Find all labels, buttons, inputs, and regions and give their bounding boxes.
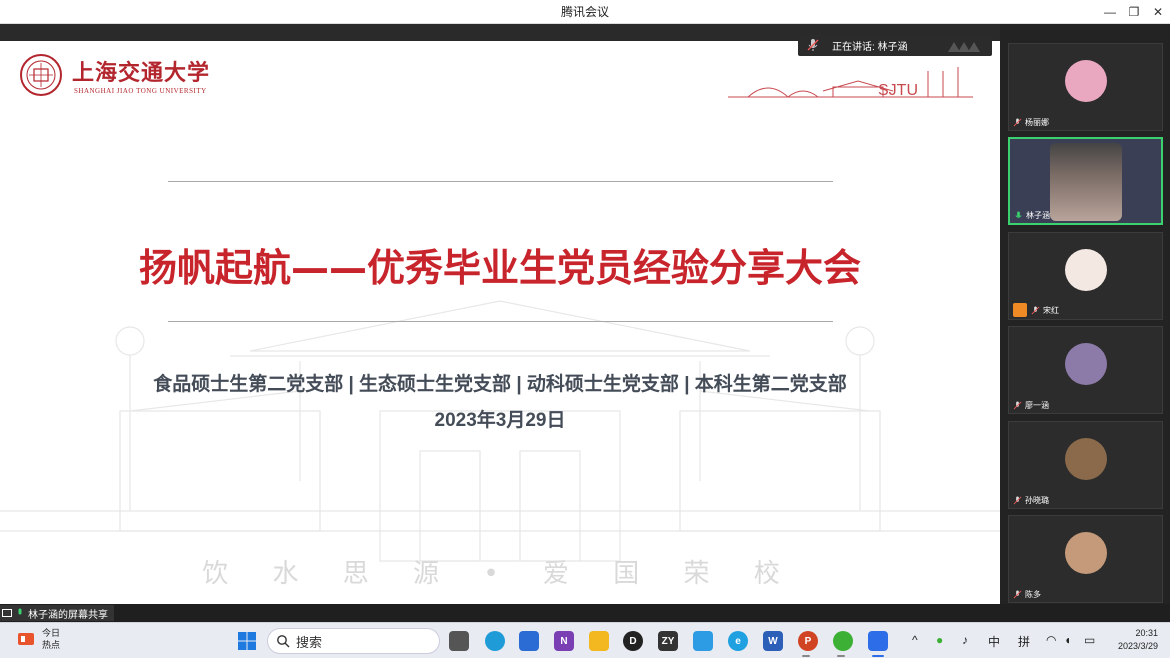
word-icon[interactable]: W [763,631,783,651]
task-view-icon[interactable] [449,631,469,651]
taskbar: 今日热点 搜索 N D ZY e W P ^ ● ♪ 中 拼 ◠ ◖ ▭ 20:… [0,622,1170,658]
onenote-icon[interactable]: N [554,631,574,651]
participant-tile-active[interactable]: 林子涵 [1008,137,1163,225]
wechat-icon[interactable] [833,631,853,651]
mic-muted-icon [1013,590,1022,599]
wifi-icon[interactable]: ◠ [1046,633,1056,647]
participant-tile[interactable]: 陈多 [1008,515,1163,603]
mic-muted-icon [1031,305,1040,314]
store-icon[interactable] [519,631,539,651]
screen-share-icon [2,609,12,617]
avatar [1065,438,1107,480]
participant-name: 宋红 [1043,305,1059,315]
volume-icon[interactable]: ◖ [1064,633,1071,647]
divider-top [168,181,833,182]
ie-icon[interactable]: e [728,631,748,651]
edge-icon[interactable] [485,631,505,651]
screen-share-label: 林子涵的屏幕共享 [28,609,108,621]
slide-subtitle: 食品硕士生第二党支部 | 生态硕士生党支部 | 动科硕士生党支部 | 本科生第二… [153,374,847,395]
mic-on-icon [1015,211,1022,218]
search-icon [277,635,290,648]
chevron-up-icon[interactable]: ^ [912,633,918,647]
running-indicator [802,655,810,657]
avatar [1065,343,1107,385]
mic-muted-icon [807,39,819,51]
clock-date: 2023/3/29 [1117,641,1158,651]
ime-mode[interactable]: 中 [988,633,1000,650]
participant-name: 林子涵 [1026,211,1050,220]
mic-on-icon [18,608,22,615]
slide-motto: 饮 水 思 源 • 爱 国 荣 校 [202,559,798,589]
screen-share-bar: 林子涵的屏幕共享 [0,604,1170,622]
wechat-tray-icon[interactable]: ● [936,633,943,647]
shared-slide: 上海交通大学 SHANGHAI JIAO TONG UNIVERSITY SJT… [0,41,1000,604]
mic-muted-icon [1013,401,1022,410]
sjtu-text: SJTU [878,82,918,99]
avatar [1065,60,1107,102]
active-speaker-indicator: 正在讲话: 林子涵 [798,34,992,56]
screen-share-tag[interactable]: 林子涵的屏幕共享 [0,605,114,621]
windows-start-icon[interactable] [237,631,257,651]
mic-muted-icon [1013,496,1022,505]
participant-tile[interactable]: 孙晓璐 [1008,421,1163,509]
clock[interactable]: 20:31 2023/3/29 [1118,627,1158,653]
tencent-meeting-icon[interactable] [868,631,888,651]
running-indicator [872,655,884,657]
battery-icon[interactable]: ▭ [1084,633,1095,647]
university-name-cn: 上海交通大学 [72,60,211,86]
slide-title: 扬帆起航——优秀毕业生党员经验分享大会 [138,246,861,290]
divider-bottom [168,321,833,322]
news-line1: 今日 [42,628,61,638]
file-explorer-icon[interactable] [589,631,609,651]
window-titlebar: 腾讯会议 — ❐ ✕ [0,0,1170,24]
search-placeholder: 搜索 [296,634,323,650]
news-widget[interactable]: 今日 热点 [16,627,60,651]
window-controls: — ❐ ✕ [1098,0,1170,24]
participant-name: 杨丽娜 [1025,118,1049,127]
powerpoint-icon[interactable]: P [798,631,818,651]
microphone-icon[interactable]: ♪ [962,633,968,647]
sjtu-gate-mark: SJTU [728,67,973,99]
university-seal-icon [20,54,62,96]
active-speaker-label: 正在讲话: 林子涵 [832,41,908,53]
window-title: 腾讯会议 [560,5,609,19]
audio-level-icon [948,42,980,52]
participant-sidebar: 杨丽娜 林子涵 宋红 廖一涵 孙晓璐 陈多 [1000,24,1170,604]
taskbar-search[interactable]: 搜索 [267,628,440,654]
video-feed [1050,143,1122,221]
host-icon [1013,303,1027,317]
clock-time: 20:31 [1135,628,1158,638]
participant-name: 廖一涵 [1025,401,1049,410]
participant-tile[interactable]: 廖一涵 [1008,326,1163,414]
mic-muted-icon [1013,118,1022,127]
participant-tile[interactable]: 杨丽娜 [1008,43,1163,131]
participant-name: 孙晓璐 [1025,496,1049,505]
slide-date: 2023年3月29日 [434,410,566,431]
news-line2: 热点 [42,640,61,650]
ime-name[interactable]: 拼 [1018,633,1030,650]
news-icon [18,633,34,645]
feishu-icon[interactable] [693,631,713,651]
participant-tile[interactable]: 宋红 [1008,232,1163,320]
zy-app-icon[interactable]: ZY [658,631,678,651]
university-name-en: SHANGHAI JIAO TONG UNIVERSITY [74,87,207,95]
avatar [1065,249,1107,291]
close-icon[interactable]: ✕ [1146,0,1170,24]
university-logo: 上海交通大学 SHANGHAI JIAO TONG UNIVERSITY [16,53,210,97]
minimize-icon[interactable]: — [1098,0,1122,24]
restore-icon[interactable]: ❐ [1122,0,1146,24]
running-indicator [837,655,845,657]
participant-name: 陈多 [1025,590,1041,599]
avatar [1065,532,1107,574]
dell-icon[interactable]: D [623,631,643,651]
